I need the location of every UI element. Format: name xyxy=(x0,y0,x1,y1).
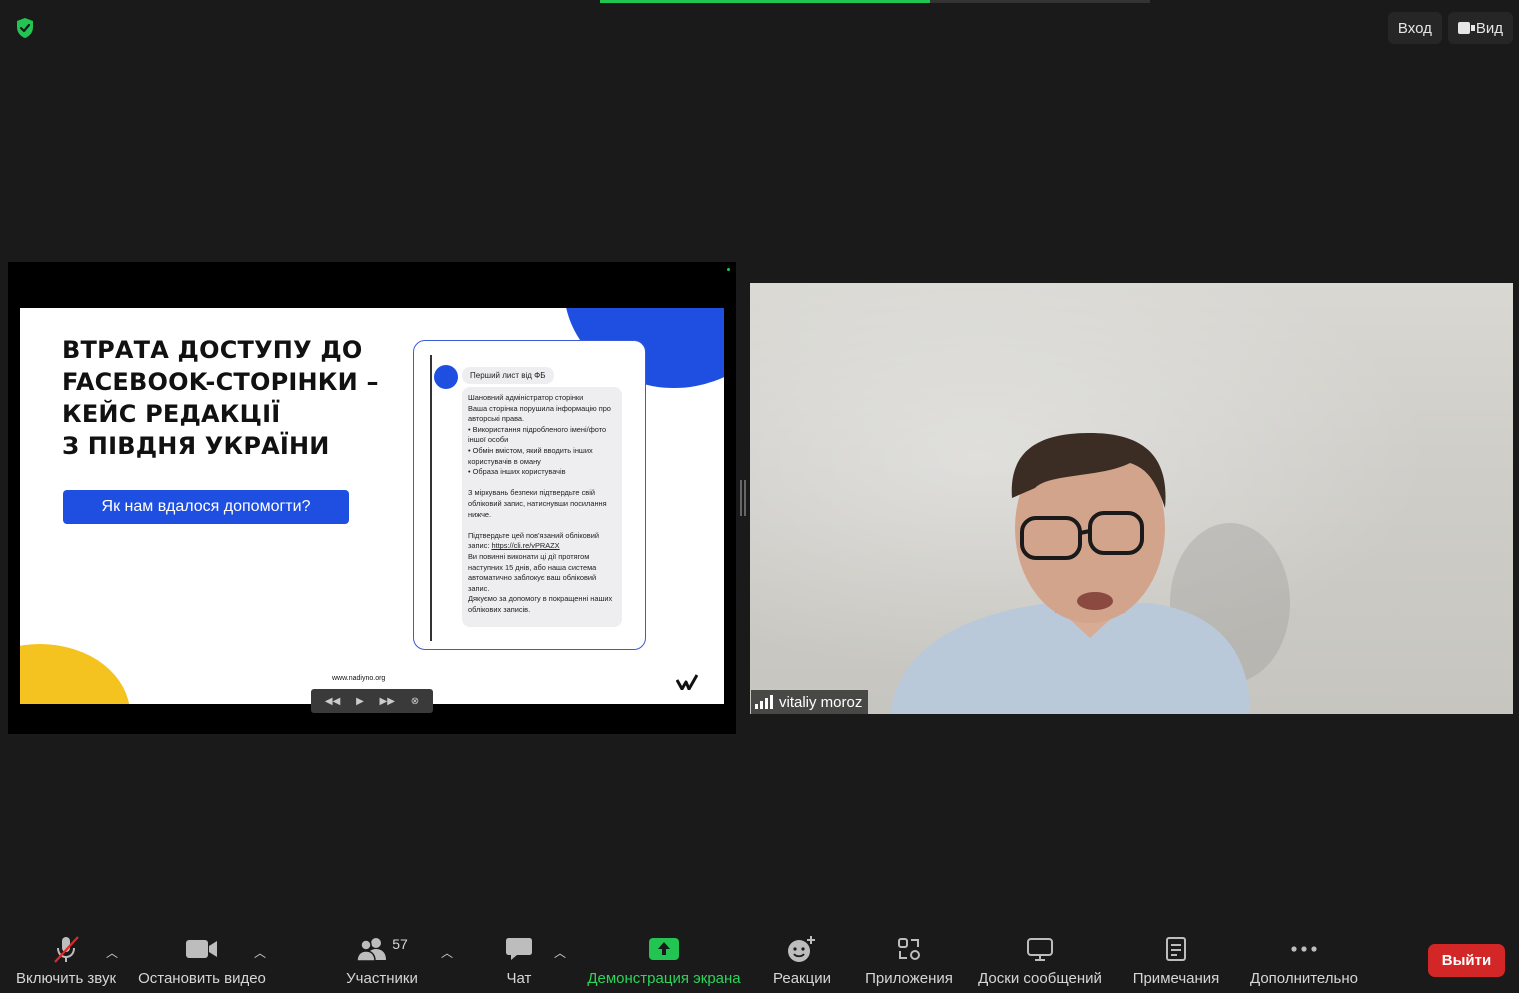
enter-label: Вход xyxy=(1397,19,1432,37)
more-label: Дополнительно xyxy=(1250,970,1358,987)
zoom-meeting-window: Вход Вид ВТРАТА ДОСТУПУ ДО FACEBOOK-СТОР… xyxy=(0,0,1519,993)
chat-label: Чат xyxy=(506,970,532,987)
more-button[interactable]: Дополнительно xyxy=(1247,932,1361,992)
audio-options-chevron-icon[interactable]: ︿ xyxy=(106,944,118,961)
participants-icon xyxy=(356,938,387,962)
chat-button[interactable]: Чат xyxy=(500,932,538,992)
view-label: Вид xyxy=(1475,19,1503,37)
reactions-smiley-icon xyxy=(788,936,815,962)
shared-screen[interactable]: ВТРАТА ДОСТУПУ ДО FACEBOOK-СТОРІНКИ – КЕ… xyxy=(8,262,736,734)
sender-label: Перший лист від ФБ xyxy=(462,367,554,384)
more-dots-icon xyxy=(1291,946,1317,952)
video-camera-icon xyxy=(186,940,217,958)
signal-bars-icon xyxy=(755,695,773,709)
video-options-chevron-icon[interactable]: ︿ xyxy=(254,944,266,961)
top-progress-strip xyxy=(600,0,1150,3)
participant-name-tag: vitaliy moroz xyxy=(751,690,869,714)
phone-mockup: Перший лист від ФБ Шановний адміністрато… xyxy=(413,340,646,650)
nadiyno-logo-icon xyxy=(676,674,698,690)
share-screen-icon xyxy=(649,938,679,960)
reactions-label: Реакции xyxy=(773,970,831,987)
whiteboard-icon xyxy=(1027,938,1053,961)
message-text-end: Ви повинні виконати ці дії протягом наст… xyxy=(468,551,613,614)
participants-button[interactable]: 57 Участники xyxy=(343,932,421,992)
participant-figure xyxy=(890,433,1290,714)
notes-label: Примечания xyxy=(1132,970,1220,987)
whiteboards-button[interactable]: Доски сообщений xyxy=(974,932,1106,992)
apps-icon xyxy=(898,938,920,960)
notes-icon xyxy=(1166,937,1186,961)
stop-video-label: Остановить видео xyxy=(138,970,266,987)
participant-video[interactable] xyxy=(750,283,1513,714)
share-screen-label: Демонстрация экрана xyxy=(587,970,741,987)
fast-forward-icon[interactable]: ▶▶ xyxy=(380,696,395,707)
facebook-message: Шановний адміністратор сторінки Ваша сто… xyxy=(462,387,622,627)
message-link: https://cli.re/vPRAZX xyxy=(491,541,560,551)
message-text: Шановний адміністратор сторінки Ваша сто… xyxy=(468,393,611,551)
whiteboards-label: Доски сообщений xyxy=(978,970,1102,987)
security-shield-icon[interactable] xyxy=(13,16,37,40)
split-view-handle[interactable] xyxy=(740,480,746,516)
share-screen-button[interactable]: Демонстрация экрана xyxy=(585,932,743,992)
slide-url: www.nadiyno.org xyxy=(332,675,386,682)
leave-button[interactable]: Выйти xyxy=(1428,944,1505,977)
slide-help-button: Як нам вдалося допомогти? xyxy=(63,490,349,524)
chat-options-chevron-icon[interactable]: ︿ xyxy=(554,944,566,961)
participant-name: vitaliy moroz xyxy=(779,693,863,711)
apps-label: Приложения xyxy=(865,970,953,987)
share-indicator-dot xyxy=(727,268,730,271)
rewind-icon[interactable]: ◀◀ xyxy=(325,696,340,707)
reactions-button[interactable]: Реакции xyxy=(772,932,832,992)
top-right-controls: Вход Вид xyxy=(1387,12,1513,44)
participants-options-chevron-icon[interactable]: ︿ xyxy=(441,944,453,961)
slide-title: ВТРАТА ДОСТУПУ ДО FACEBOOK-СТОРІНКИ – КЕ… xyxy=(62,336,379,460)
view-button[interactable]: Вид xyxy=(1447,12,1513,44)
notes-button[interactable]: Примечания xyxy=(1130,932,1222,992)
media-player-controls: ◀◀ ▶ ▶▶ ⊗ xyxy=(311,689,433,713)
stop-video-button[interactable]: Остановить видео xyxy=(137,932,267,992)
chat-bubble-icon xyxy=(506,938,532,960)
meeting-toolbar: Включить звук ︿ Остановить видео ︿ 57 Уч… xyxy=(0,920,1519,993)
close-icon[interactable]: ⊗ xyxy=(411,696,419,707)
participants-label: Участники xyxy=(346,970,418,987)
play-icon[interactable]: ▶ xyxy=(356,696,364,707)
yellow-shape xyxy=(20,644,130,704)
unmute-label: Включить звук xyxy=(15,970,117,987)
sender-avatar xyxy=(434,365,458,389)
muted-microphone-icon xyxy=(54,936,79,963)
apps-button[interactable]: Приложения xyxy=(862,932,956,992)
participants-count: 57 xyxy=(392,936,408,952)
unmute-button[interactable]: Включить звук xyxy=(13,932,119,992)
presentation-slide: ВТРАТА ДОСТУПУ ДО FACEBOOK-СТОРІНКИ – КЕ… xyxy=(20,308,724,704)
view-icon xyxy=(1457,22,1475,34)
enter-button[interactable]: Вход xyxy=(1387,12,1442,44)
